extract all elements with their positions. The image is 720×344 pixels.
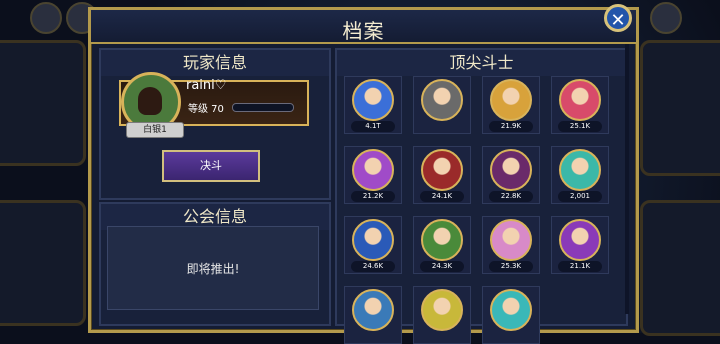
fighter-card[interactable] [413,286,471,344]
level-label: 等级 70 [188,104,224,115]
background-panel [0,200,86,326]
level-progress-bar [232,103,294,112]
fighter-score: 21.2K [351,191,395,202]
avatar-face [138,87,162,115]
fighter-portrait [490,219,532,261]
background-panel [640,200,720,336]
fighter-portrait [559,79,601,121]
fighter-card[interactable]: 25.3K [482,216,540,274]
fighter-card[interactable] [413,76,471,134]
window-title: 档案 [342,19,385,43]
fighter-portrait [490,79,532,121]
fighter-score: 24.1K [420,191,464,202]
fighter-score: 25.1K [558,121,602,132]
close-button[interactable]: ✕ [604,4,632,32]
fighter-card[interactable]: 4.1T [344,76,402,134]
fighter-card[interactable]: 21.9K [482,76,540,134]
close-icon: ✕ [610,10,626,31]
rank-badge: 白银1 [126,122,184,138]
settings-icon [30,2,62,34]
fighter-score: 4.1T [351,121,395,132]
duel-button[interactable]: 决斗 [162,150,260,182]
player-name: raini♡ [186,78,227,93]
fighter-card[interactable]: 21.2K [344,146,402,204]
fighter-portrait [421,219,463,261]
background-panel [640,40,720,176]
fighter-card[interactable]: 2,001 [551,146,609,204]
top-fighters-heading: 顶尖斗士 [337,50,626,76]
fighter-score: 24.3K [420,261,464,272]
fighter-card[interactable]: 24.3K [413,216,471,274]
fighter-portrait [421,79,463,121]
background-panel [0,40,86,166]
fighter-portrait [352,149,394,191]
title-bar: 档案 [91,10,636,44]
fighter-portrait [352,289,394,331]
fighter-portrait [352,219,394,261]
fighter-score: 24.6K [351,261,395,272]
guild-coming-soon: 即将推出! [186,262,240,276]
fighter-card[interactable] [482,286,540,344]
fighter-score: 21.1K [558,261,602,272]
fighter-card[interactable]: 24.6K [344,216,402,274]
fighter-portrait [421,289,463,331]
guild-info-box: 即将推出! [107,226,319,310]
fighter-score: 25.3K [489,261,533,272]
fighter-portrait [559,149,601,191]
fighter-card[interactable] [344,286,402,344]
scrollbar[interactable] [625,44,629,314]
fighter-portrait [421,149,463,191]
fighter-score: 21.9K [489,121,533,132]
notification-icon [650,2,682,34]
fighter-card[interactable]: 22.8K [482,146,540,204]
fighter-portrait [490,289,532,331]
fighter-portrait [490,149,532,191]
fighter-card[interactable]: 25.1K [551,76,609,134]
fighter-score: 2,001 [558,191,602,202]
fighter-portrait [352,79,394,121]
player-info-heading: 玩家信息 [101,50,329,76]
fighter-card[interactable]: 24.1K [413,146,471,204]
fighter-portrait [559,219,601,261]
fighter-score: 22.8K [489,191,533,202]
fighter-card[interactable]: 21.1K [551,216,609,274]
